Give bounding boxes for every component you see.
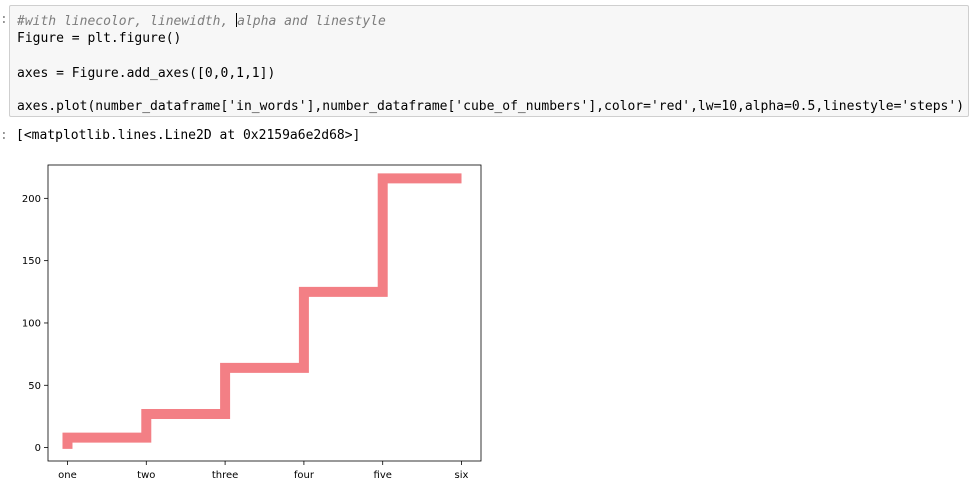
comment-text-before-caret: #with linecolor, linewidth, — [17, 14, 237, 29]
y-tick-label: 200 — [22, 194, 41, 205]
x-tick-label: five — [374, 470, 392, 479]
code-cell-editor[interactable]: #with linecolor, linewidth, alpha and li… — [9, 5, 969, 117]
x-tick-label: six — [455, 470, 469, 479]
x-tick-label: four — [294, 470, 315, 479]
y-tick-label: 0 — [35, 443, 41, 454]
code-line-figure[interactable]: Figure = plt.figure() — [17, 31, 181, 47]
code-line-axes[interactable]: axes = Figure.add_axes([0,0,1,1]) — [17, 66, 275, 82]
y-tick-label: 100 — [22, 318, 41, 329]
x-tick-label: two — [137, 470, 155, 479]
input-prompt: : — [0, 12, 8, 27]
y-tick-label: 150 — [22, 256, 41, 267]
x-tick-label: one — [58, 470, 77, 479]
code-line-plot[interactable]: axes.plot(number_dataframe['in_words'],n… — [17, 99, 964, 115]
matplotlib-figure: one two three four five six 0 50 100 150 200 — [22, 164, 482, 479]
x-tick-label: three — [212, 470, 238, 479]
y-tick-label: 50 — [28, 381, 41, 392]
axes-frame — [47, 164, 482, 462]
code-line-comment[interactable]: #with linecolor, linewidth, alpha and li… — [17, 13, 386, 30]
comment-text-after-caret: alpha and linestyle — [237, 14, 386, 29]
output-repr-text: [<matplotlib.lines.Line2D at 0x2159a6e2d… — [16, 128, 361, 143]
series-step-line — [62, 173, 462, 449]
output-prompt: : — [0, 128, 8, 143]
